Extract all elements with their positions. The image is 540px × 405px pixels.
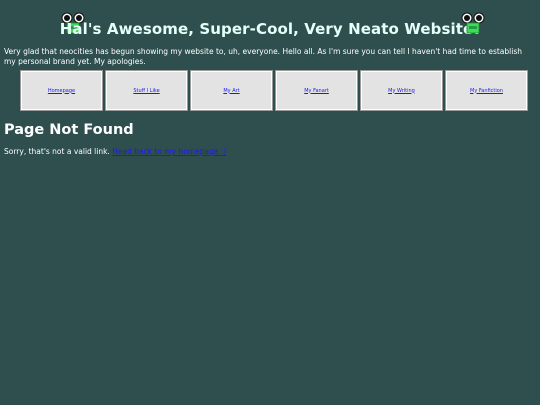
- homepage-back-link[interactable]: Head back to my homepage :): [112, 147, 226, 156]
- nav-item-homepage[interactable]: Homepage: [20, 70, 103, 111]
- nav-link-my-art[interactable]: My Art: [223, 88, 239, 94]
- site-header: Hal's Awesome, Super-Cool, Very Neato We…: [0, 10, 540, 50]
- nav-item-my-writing[interactable]: My Writing: [360, 70, 443, 111]
- nav-item-my-fanfiction[interactable]: My Fanfiction: [445, 70, 528, 111]
- page: Hal's Awesome, Super-Cool, Very Neato We…: [0, 0, 540, 405]
- nav-link-stuff-i-like[interactable]: Stuff I Like: [133, 88, 159, 94]
- nav-item-my-fanart[interactable]: My Fanart: [275, 70, 358, 111]
- nav-item-stuff-i-like[interactable]: Stuff I Like: [105, 70, 188, 111]
- nav-item-my-art[interactable]: My Art: [190, 70, 273, 111]
- nav-link-my-fanfiction[interactable]: My Fanfiction: [470, 88, 503, 94]
- message-text: Sorry, that's not a valid link.: [4, 147, 110, 156]
- nav-link-my-writing[interactable]: My Writing: [388, 88, 415, 94]
- site-title: Hal's Awesome, Super-Cool, Very Neato We…: [59, 20, 481, 38]
- frog-icon: [461, 12, 485, 34]
- nav-bar: Homepage Stuff I Like My Art My Fanart M…: [20, 70, 540, 114]
- intro-text: Very glad that neocities has begun showi…: [4, 47, 522, 66]
- not-found-message: Sorry, that's not a valid link. Head bac…: [4, 147, 226, 156]
- nav-link-homepage[interactable]: Homepage: [48, 88, 75, 94]
- page-heading: Page Not Found: [4, 122, 134, 138]
- nav-link-my-fanart[interactable]: My Fanart: [304, 88, 329, 94]
